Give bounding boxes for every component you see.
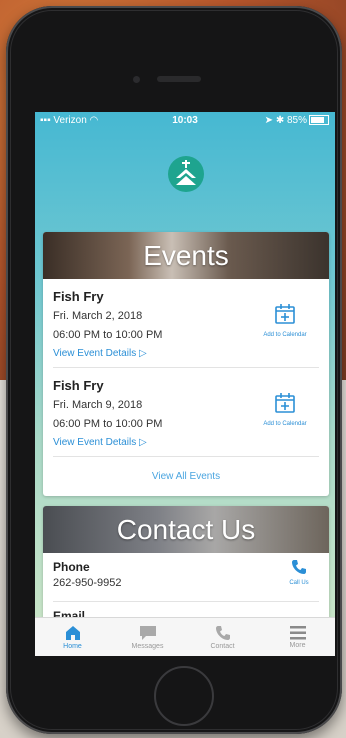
bottom-tab-bar: Home Messages Contact More <box>35 617 335 656</box>
event-title: Fish Fry <box>53 378 104 393</box>
event-title: Fish Fry <box>53 289 104 304</box>
phone-device: ▪▪▪ Verizon ◠ 10:03 ➤ ✱ 85% Events Fish … <box>6 6 342 734</box>
church-logo-icon <box>168 156 204 192</box>
view-event-details-link[interactable]: View Event Details ▷ <box>53 348 147 359</box>
tab-contact[interactable]: Contact <box>185 618 260 656</box>
battery-icon <box>309 115 329 126</box>
calendar-add-icon <box>275 393 295 413</box>
tab-label: Contact <box>210 643 235 650</box>
add-to-calendar-label: Add to Calendar <box>263 332 307 338</box>
event-time: 06:00 PM to 10:00 PM <box>53 418 163 430</box>
calendar-add-icon <box>275 304 295 324</box>
event-date: Fri. March 9, 2018 <box>53 399 143 411</box>
app-screen: ▪▪▪ Verizon ◠ 10:03 ➤ ✱ 85% Events Fish … <box>35 112 335 656</box>
view-event-details-link[interactable]: View Event Details ▷ <box>53 437 147 448</box>
tab-label: More <box>289 642 306 649</box>
tab-label: Messages <box>131 643 164 650</box>
event-time: 06:00 PM to 10:00 PM <box>53 329 163 341</box>
event-date: Fri. March 2, 2018 <box>53 310 143 322</box>
events-banner-title: Events <box>143 239 229 271</box>
messages-icon <box>139 626 156 640</box>
status-bar: ▪▪▪ Verizon ◠ 10:03 ➤ ✱ 85% <box>35 112 335 132</box>
tab-messages[interactable]: Messages <box>110 618 185 656</box>
tab-more[interactable]: More <box>260 618 335 656</box>
phone-row: Phone 262-950-9952 Call Us <box>53 553 319 602</box>
view-all-events-link[interactable]: View All Events <box>43 457 329 495</box>
phone-icon <box>292 560 306 574</box>
contact-banner-title: Contact Us <box>116 513 256 545</box>
earpiece-speaker <box>157 76 201 82</box>
events-card: Events Fish Fry Fri. March 2, 2018 06:00… <box>43 232 329 496</box>
event-item[interactable]: Fish Fry Fri. March 2, 2018 06:00 PM to … <box>53 279 319 368</box>
tab-home[interactable]: Home <box>35 618 110 656</box>
front-camera <box>133 76 140 83</box>
add-to-calendar-button[interactable]: Add to Calendar <box>253 303 317 338</box>
call-us-label: Call Us <box>289 580 309 586</box>
home-icon <box>65 626 80 640</box>
phone-icon <box>215 626 230 640</box>
phone-label: Phone <box>53 560 90 574</box>
add-to-calendar-button[interactable]: Add to Calendar <box>253 392 317 427</box>
add-to-calendar-label: Add to Calendar <box>263 421 307 427</box>
event-item[interactable]: Fish Fry Fri. March 9, 2018 06:00 PM to … <box>53 368 319 457</box>
home-button[interactable] <box>154 666 214 726</box>
tab-label: Home <box>63 643 82 650</box>
phone-number[interactable]: 262-950-9952 <box>53 577 122 589</box>
menu-icon <box>289 626 306 640</box>
call-us-button[interactable]: Call Us <box>279 559 319 586</box>
events-banner: Events <box>43 232 329 279</box>
contact-banner: Contact Us <box>43 506 329 553</box>
battery-indicator: ➤ ✱ 85% <box>265 115 329 126</box>
